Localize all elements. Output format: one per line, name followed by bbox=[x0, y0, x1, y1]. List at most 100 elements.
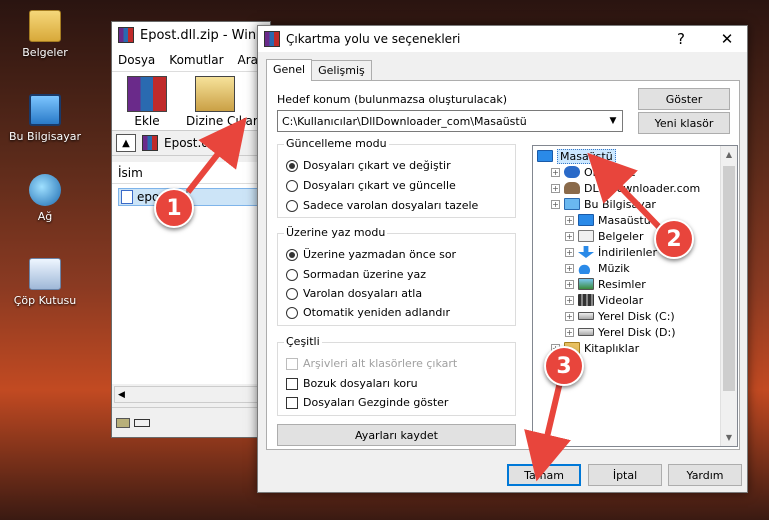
radio-freshen-existing[interactable]: Sadece varolan dosyaları tazele bbox=[286, 199, 478, 212]
folder-tree: Masaüstü + OneDrive + DLL Downloader.com + Bu … bbox=[532, 145, 738, 447]
tree-node-label: Müzik bbox=[598, 261, 630, 275]
radio-rename-automatically[interactable]: Otomatik yeniden adlandır bbox=[286, 306, 450, 319]
tree-node[interactable]: + Müzik bbox=[565, 260, 630, 276]
tree-node[interactable]: + DLL Downloader.com bbox=[551, 180, 700, 196]
checkbox[interactable] bbox=[286, 377, 298, 390]
winrar-icon bbox=[118, 27, 134, 43]
expand-icon[interactable]: + bbox=[565, 327, 574, 337]
tree-node[interactable]: + Masaüstü bbox=[565, 212, 651, 228]
tree-node[interactable]: + Yerel Disk (C:) bbox=[565, 308, 675, 324]
menu-commands[interactable]: Komutlar bbox=[169, 53, 223, 67]
folder-icon bbox=[29, 10, 61, 42]
extract-options-dialog: Çıkartma yolu ve seçenekleri ? ✕ Genel G… bbox=[257, 25, 748, 493]
save-settings-button[interactable]: Ayarları kaydet bbox=[277, 424, 516, 446]
disk-icon bbox=[578, 328, 594, 336]
tree-node-label: Yerel Disk (D:) bbox=[598, 325, 676, 339]
new-folder-button[interactable]: Yeni klasör bbox=[638, 112, 730, 134]
destination-path-combo[interactable]: C:\Kullanıcılar\DllDownloader_com\Masaüs… bbox=[277, 110, 623, 132]
radio-button[interactable] bbox=[286, 306, 298, 319]
archive-path: Epost.dll.zip bbox=[164, 136, 237, 150]
tree-node[interactable]: + Yerel Disk (D:) bbox=[565, 324, 676, 340]
tree-node-label: Masaüstü bbox=[598, 213, 651, 227]
tree-node[interactable]: Masaüstü bbox=[537, 148, 616, 164]
tab-general[interactable]: Genel bbox=[266, 59, 313, 81]
winrar-titlebar[interactable]: Epost.dll.zip - WinRAR bbox=[112, 22, 270, 48]
desktop-icon-recycle-bin[interactable]: Çöp Kutusu bbox=[8, 258, 82, 307]
radio-button[interactable] bbox=[286, 179, 298, 192]
desktop-icon-label: Bu Bilgisayar bbox=[9, 130, 81, 143]
expand-icon[interactable]: + bbox=[565, 311, 574, 321]
tree-node-label: İndirilenler bbox=[598, 245, 657, 259]
expand-icon[interactable]: + bbox=[565, 247, 574, 257]
tree-node[interactable]: + Videolar bbox=[565, 292, 643, 308]
drive-icon bbox=[116, 417, 130, 428]
scroll-down-icon[interactable]: ▼ bbox=[721, 429, 737, 446]
destination-path-value: C:\Kullanıcılar\DllDownloader_com\Masaüs… bbox=[282, 114, 527, 128]
extract-to-button[interactable]: Dizine Çıkart bbox=[186, 76, 262, 128]
show-button[interactable]: Göster bbox=[638, 88, 730, 110]
add-archive-icon bbox=[127, 76, 167, 112]
expand-icon[interactable]: + bbox=[565, 295, 574, 305]
radio-overwrite-without-prompt[interactable]: Sormadan üzerine yaz bbox=[286, 268, 426, 281]
radio-button[interactable] bbox=[286, 268, 298, 281]
help-button[interactable]: Yardım bbox=[668, 464, 742, 486]
horizontal-scrollbar[interactable]: ◀ bbox=[114, 386, 268, 403]
radio-button[interactable] bbox=[286, 287, 298, 300]
tree-node-label: Masaüstü bbox=[557, 148, 616, 164]
help-icon[interactable]: ? bbox=[661, 26, 701, 52]
menubar: Dosya Komutlar Araçlar bbox=[112, 48, 270, 72]
vertical-scrollbar[interactable]: ▲ ▼ bbox=[720, 146, 737, 446]
ok-button[interactable]: Tamam bbox=[507, 464, 581, 486]
option-label: Üzerine yazmadan önce sor bbox=[303, 248, 457, 261]
radio-button[interactable] bbox=[286, 159, 298, 172]
close-icon[interactable]: ✕ bbox=[707, 26, 747, 52]
radio-button[interactable] bbox=[286, 199, 298, 212]
scroll-up-icon[interactable]: ▲ bbox=[721, 146, 737, 163]
chevron-down-icon[interactable]: ▼ bbox=[604, 111, 622, 131]
checkbox[interactable] bbox=[286, 396, 298, 409]
expand-icon[interactable]: + bbox=[551, 199, 560, 209]
expand-icon[interactable]: + bbox=[565, 279, 574, 289]
scroll-thumb[interactable] bbox=[723, 166, 735, 391]
checkbox-keep-broken-files[interactable]: Bozuk dosyaları koru bbox=[286, 377, 418, 390]
desktop-icon-label: Çöp Kutusu bbox=[13, 294, 77, 307]
desktop-icon-network[interactable]: Ağ bbox=[8, 174, 82, 223]
add-button[interactable]: Ekle bbox=[118, 76, 176, 128]
expand-icon[interactable]: + bbox=[551, 167, 560, 177]
radio-skip-existing[interactable]: Varolan dosyaları atla bbox=[286, 287, 422, 300]
checkbox-show-in-explorer[interactable]: Dosyaları Gezginde göster bbox=[286, 396, 448, 409]
expand-icon[interactable]: + bbox=[565, 215, 574, 225]
desktop-icon bbox=[578, 214, 594, 226]
radio-ask-before-overwrite[interactable]: Üzerine yazmadan önce sor bbox=[286, 248, 456, 261]
pictures-icon bbox=[578, 278, 594, 290]
radio-extract-replace[interactable]: Dosyaları çıkart ve değiştir bbox=[286, 159, 451, 172]
music-icon bbox=[578, 264, 591, 274]
radio-extract-update[interactable]: Dosyaları çıkart ve güncelle bbox=[286, 179, 456, 192]
tree-node[interactable]: + Belgeler bbox=[565, 228, 643, 244]
tree-node[interactable]: + Bu Bilgisayar bbox=[551, 196, 656, 212]
disk-icon bbox=[578, 312, 594, 320]
cancel-button[interactable]: İptal bbox=[588, 464, 662, 486]
menu-file[interactable]: Dosya bbox=[118, 53, 155, 67]
up-folder-button[interactable]: ▲ bbox=[116, 134, 136, 152]
videos-icon bbox=[578, 294, 594, 306]
expand-icon[interactable]: + bbox=[551, 183, 560, 193]
column-header-name[interactable]: İsim bbox=[112, 162, 270, 184]
radio-button[interactable] bbox=[286, 248, 298, 261]
misc-group: Çeşitli Arşivleri alt klasörlere çıkart … bbox=[277, 335, 516, 416]
toolbar: Ekle Dizine Çıkart bbox=[112, 72, 270, 130]
expand-icon[interactable]: + bbox=[565, 231, 574, 241]
update-mode-group: Güncelleme modu Dosyaları çıkart ve deği… bbox=[277, 137, 516, 218]
desktop-icon-documents[interactable]: Belgeler bbox=[8, 10, 82, 59]
tree-node-label: Yerel Disk (C:) bbox=[598, 309, 675, 323]
option-label: Varolan dosyaları atla bbox=[303, 287, 423, 300]
tab-advanced[interactable]: Gelişmiş bbox=[311, 60, 372, 82]
network-icon bbox=[29, 174, 61, 206]
general-tab-panel: Hedef konum (bulunmazsa oluşturulacak) C… bbox=[266, 80, 740, 450]
tree-node[interactable]: + İndirilenler bbox=[565, 244, 657, 260]
desktop-icon-this-pc[interactable]: Bu Bilgisayar bbox=[8, 94, 82, 143]
dialog-titlebar[interactable]: Çıkartma yolu ve seçenekleri ? ✕ bbox=[258, 26, 747, 52]
tree-node[interactable]: + Resimler bbox=[565, 276, 646, 292]
tree-node[interactable]: + OneDrive bbox=[551, 164, 636, 180]
expand-icon[interactable]: + bbox=[565, 263, 574, 273]
